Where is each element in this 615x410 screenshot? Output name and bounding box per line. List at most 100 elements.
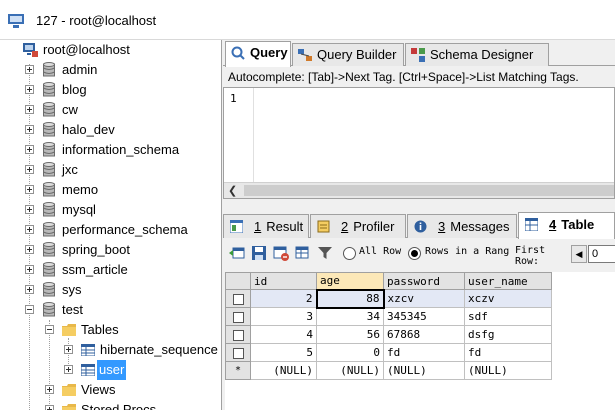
expand-icon[interactable] bbox=[45, 405, 54, 410]
cell-password[interactable]: fd bbox=[383, 343, 465, 362]
expand-icon[interactable] bbox=[64, 345, 73, 354]
tree-database-information-schema[interactable]: information_schema bbox=[0, 140, 221, 160]
collapse-icon[interactable] bbox=[25, 305, 34, 314]
tree-table-hibernate-sequence[interactable]: hibernate_sequence bbox=[0, 340, 221, 360]
data-grid[interactable]: id age password user_name 2 88 xzcv xczv… bbox=[225, 272, 615, 410]
collapse-icon[interactable] bbox=[45, 325, 54, 334]
object-browser[interactable]: root@localhost admin blog cw halo_dev inform… bbox=[0, 40, 222, 410]
expand-icon[interactable] bbox=[25, 285, 34, 294]
expand-icon[interactable] bbox=[25, 225, 34, 234]
tab-label: Schema Designer bbox=[430, 47, 534, 62]
expand-icon[interactable] bbox=[25, 245, 34, 254]
column-header-id[interactable]: id bbox=[250, 272, 317, 290]
table-row[interactable]: 3 34 345345 sdf bbox=[225, 307, 552, 326]
expand-icon[interactable] bbox=[25, 85, 34, 94]
tab-table-data[interactable]: 4Table Da bbox=[518, 212, 615, 256]
scroll-left-icon[interactable]: ❮ bbox=[228, 184, 237, 197]
tab-query[interactable]: Query bbox=[225, 41, 291, 67]
column-header-password[interactable]: password bbox=[383, 272, 465, 290]
cell-id[interactable]: 3 bbox=[250, 307, 317, 326]
cell-id[interactable]: 2 bbox=[250, 289, 317, 308]
cell-age[interactable]: 0 bbox=[316, 343, 384, 362]
row-checkbox[interactable] bbox=[225, 325, 251, 344]
expand-icon[interactable] bbox=[64, 365, 73, 374]
cell-age[interactable]: 56 bbox=[316, 325, 384, 344]
duplicate-row-icon[interactable] bbox=[295, 245, 311, 261]
column-header-user-name[interactable]: user_name bbox=[464, 272, 552, 290]
expand-icon[interactable] bbox=[25, 125, 34, 134]
all-rows-label: All Row bbox=[359, 246, 402, 257]
row-checkbox[interactable] bbox=[225, 307, 251, 326]
cell-password[interactable]: (NULL) bbox=[383, 361, 465, 380]
table-row[interactable]: 4 56 67868 dsfg bbox=[225, 325, 552, 344]
cell-id[interactable]: 5 bbox=[250, 343, 317, 362]
tree-database-test[interactable]: test bbox=[0, 300, 221, 320]
cell-user-name[interactable]: sdf bbox=[464, 307, 552, 326]
sql-editor[interactable]: 1 ❮ bbox=[223, 87, 615, 199]
column-header-age[interactable]: age bbox=[316, 272, 384, 290]
tree-table-user[interactable]: user bbox=[0, 360, 221, 380]
row-checkbox[interactable] bbox=[225, 289, 251, 308]
tab-query-builder[interactable]: Query Builder bbox=[292, 43, 404, 66]
expand-icon[interactable] bbox=[25, 65, 34, 74]
first-row-input[interactable]: 0 bbox=[588, 245, 615, 263]
scrollbar-thumb[interactable] bbox=[244, 185, 614, 196]
all-rows-radio[interactable] bbox=[343, 247, 356, 260]
rows-in-range-radio[interactable] bbox=[408, 247, 421, 260]
table-row[interactable]: 2 88 xzcv xczv bbox=[225, 288, 552, 309]
cell-user-name[interactable]: fd bbox=[464, 343, 552, 362]
tree-database-blog[interactable]: blog bbox=[0, 80, 221, 100]
cell-user-name[interactable]: (NULL) bbox=[464, 361, 552, 380]
expand-icon[interactable] bbox=[25, 105, 34, 114]
tree-database-halo-dev[interactable]: halo_dev bbox=[0, 120, 221, 140]
tab-messages[interactable]: 3 Messages bbox=[407, 214, 517, 238]
tab-result[interactable]: 1 Result bbox=[223, 214, 309, 238]
tree-folder-tables[interactable]: Tables bbox=[0, 320, 221, 340]
tree-folder-stored-procs[interactable]: Stored Procs bbox=[0, 400, 221, 410]
pane-splitter[interactable] bbox=[223, 199, 615, 211]
tab-label: Query Builder bbox=[317, 47, 397, 62]
line-number: 1 bbox=[230, 92, 237, 105]
cell-age[interactable]: (NULL) bbox=[316, 361, 384, 380]
cell-id[interactable]: (NULL) bbox=[250, 361, 317, 380]
filter-icon[interactable] bbox=[317, 245, 333, 261]
editor-horizontal-scrollbar[interactable]: ❮ bbox=[224, 182, 614, 198]
previous-page-icon[interactable]: ◀ bbox=[571, 245, 587, 263]
delete-row-icon[interactable] bbox=[273, 245, 289, 261]
expand-icon[interactable] bbox=[25, 185, 34, 194]
cell-password[interactable]: 67868 bbox=[383, 325, 465, 344]
new-row[interactable]: * (NULL) (NULL) (NULL) (NULL) bbox=[225, 361, 552, 380]
tree-root-server[interactable]: root@localhost bbox=[0, 40, 221, 60]
tree-database-mysql[interactable]: mysql bbox=[0, 200, 221, 220]
expand-icon[interactable] bbox=[25, 205, 34, 214]
table-row[interactable]: 5 0 fd fd bbox=[225, 343, 552, 362]
cell-id[interactable]: 4 bbox=[250, 325, 317, 344]
tree-database-sys[interactable]: sys bbox=[0, 280, 221, 300]
cell-age[interactable]: 88 bbox=[315, 288, 385, 309]
expand-icon[interactable] bbox=[25, 265, 34, 274]
tree-database-admin[interactable]: admin bbox=[0, 60, 221, 80]
tree-database-label: blog bbox=[62, 82, 87, 97]
tab-profiler[interactable]: 2 Profiler bbox=[310, 214, 406, 238]
expand-icon[interactable] bbox=[45, 385, 54, 394]
row-checkbox[interactable] bbox=[225, 343, 251, 362]
tree-database-label: performance_schema bbox=[62, 222, 188, 237]
cell-user-name[interactable]: xczv bbox=[464, 289, 552, 308]
row-header-corner[interactable] bbox=[225, 272, 251, 290]
cell-password[interactable]: xzcv bbox=[383, 289, 465, 308]
tree-database-performance-schema[interactable]: performance_schema bbox=[0, 220, 221, 240]
cell-user-name[interactable]: dsfg bbox=[464, 325, 552, 344]
cell-age[interactable]: 34 bbox=[316, 307, 384, 326]
cell-password[interactable]: 345345 bbox=[383, 307, 465, 326]
tree-database-jxc[interactable]: jxc bbox=[0, 160, 221, 180]
tree-folder-views[interactable]: Views bbox=[0, 380, 221, 400]
expand-icon[interactable] bbox=[25, 145, 34, 154]
insert-row-icon[interactable] bbox=[229, 245, 245, 261]
tree-database-cw[interactable]: cw bbox=[0, 100, 221, 120]
tree-database-spring-boot[interactable]: spring_boot bbox=[0, 240, 221, 260]
save-icon[interactable] bbox=[251, 245, 267, 261]
tree-database-ssm-article[interactable]: ssm_article bbox=[0, 260, 221, 280]
tree-database-memo[interactable]: memo bbox=[0, 180, 221, 200]
expand-icon[interactable] bbox=[25, 165, 34, 174]
tab-schema-designer[interactable]: Schema Designer bbox=[405, 43, 549, 66]
